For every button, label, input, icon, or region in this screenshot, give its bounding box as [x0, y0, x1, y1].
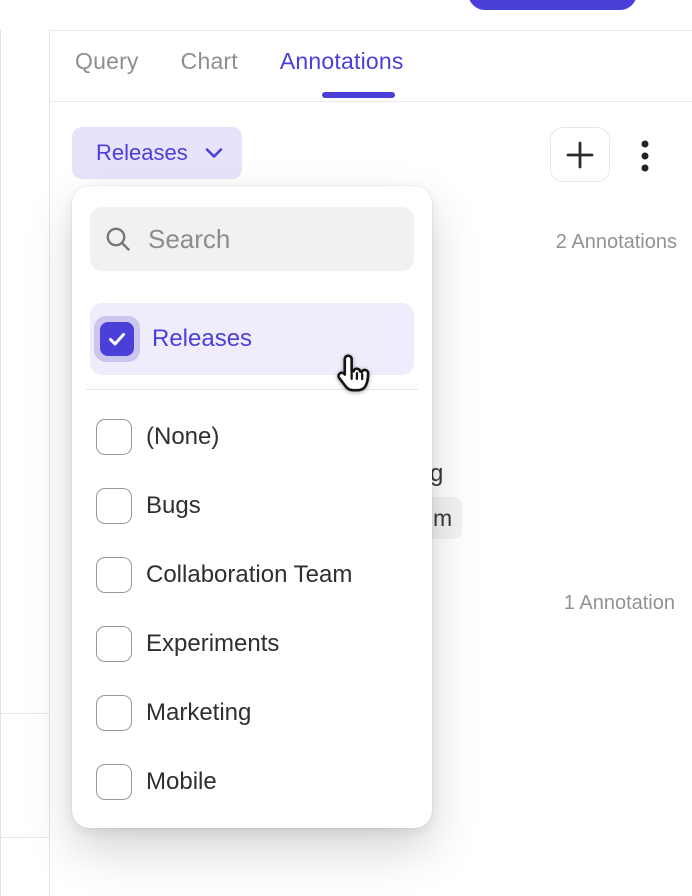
tab-query[interactable]: Query [75, 48, 139, 75]
app-screen: Query Chart Annotations Releases 2 Annot… [0, 0, 692, 896]
dropdown-option[interactable]: Collaboration Team [90, 557, 414, 593]
dropdown-option-label: Mobile [146, 768, 217, 796]
checkbox-checked[interactable] [100, 322, 134, 356]
checkbox-unchecked[interactable] [96, 488, 132, 524]
checkbox-focus-ring [94, 316, 140, 362]
dropdown-option[interactable]: Experiments [90, 626, 414, 662]
checkbox-unchecked[interactable] [96, 695, 132, 731]
dropdown-option-label: Experiments [146, 630, 279, 658]
active-tab-underline [322, 92, 395, 98]
primary-button-partial[interactable] [468, 0, 637, 10]
chevron-down-icon [205, 147, 223, 159]
dropdown-option[interactable]: Marketing [90, 695, 414, 731]
kebab-menu-icon [640, 139, 650, 173]
occluded-badge-text: m [433, 505, 452, 532]
occluded-text-fragment: g [430, 460, 443, 488]
left-panel-edge [0, 30, 50, 896]
dropdown-option[interactable]: (None) [90, 419, 414, 455]
search-icon [104, 225, 132, 253]
more-options-button[interactable] [630, 132, 660, 180]
search-input[interactable] [148, 224, 483, 255]
dropdown-search[interactable] [90, 207, 414, 271]
releases-filter-dropdown: Releases (None) Bugs Collaboration Team … [72, 186, 432, 828]
annotation-count-label: 1 Annotation [564, 592, 675, 615]
checkmark-icon [106, 328, 128, 350]
dropdown-option-label: Marketing [146, 699, 251, 727]
annotation-count-label: 2 Annotations [556, 231, 677, 254]
dropdown-option-label: Collaboration Team [146, 561, 352, 589]
dropdown-option-list: (None) Bugs Collaboration Team Experimen… [90, 419, 414, 800]
add-annotation-button[interactable] [550, 127, 610, 182]
releases-filter-label: Releases [96, 140, 188, 166]
dropdown-option-label: (None) [146, 423, 219, 451]
left-panel-row-divider [0, 713, 49, 714]
dropdown-divider [86, 389, 418, 390]
dropdown-option-label: Bugs [146, 492, 201, 520]
dropdown-option[interactable]: Mobile [90, 764, 414, 800]
checkbox-unchecked[interactable] [96, 764, 132, 800]
dropdown-option-releases[interactable]: Releases [90, 303, 414, 375]
checkbox-unchecked[interactable] [96, 557, 132, 593]
tab-annotations[interactable]: Annotations [280, 48, 404, 75]
dropdown-option[interactable]: Bugs [90, 488, 414, 524]
tab-chart[interactable]: Chart [181, 48, 238, 75]
plus-icon [564, 139, 596, 171]
left-panel-row-divider [0, 837, 49, 838]
tab-bar: Query Chart Annotations [50, 31, 692, 102]
releases-filter-button[interactable]: Releases [72, 127, 242, 179]
dropdown-option-label: Releases [152, 325, 252, 353]
checkbox-unchecked[interactable] [96, 626, 132, 662]
checkbox-unchecked[interactable] [96, 419, 132, 455]
